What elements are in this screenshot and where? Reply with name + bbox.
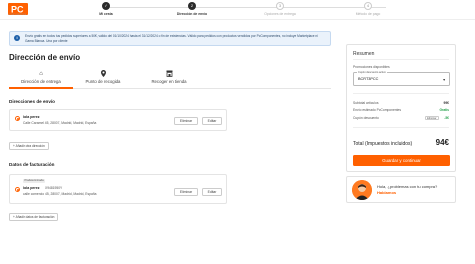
help-widget[interactable]: Hola, ¿problemas con tu compra? Hablamos (346, 176, 456, 203)
delivery-method-tabs: ⌂ Dirección de entrega Punto de recogida… (9, 70, 331, 89)
shipping-section-title: Direcciones de envío (9, 99, 55, 104)
step-label: Opciones de entrega (264, 12, 296, 16)
help-message: Hola, ¿problemas con tu compra? (377, 184, 438, 189)
step-label: Método de pago (355, 12, 381, 16)
billing-id: X9481950Y (45, 186, 63, 190)
step-delivery-options: 3 Opciones de entrega (240, 2, 320, 16)
billing-line: calle comercio 45, 28007, Madrid, Madrid… (23, 192, 97, 196)
shipping-address-card[interactable]: lola perez Calle Caramel 45, 28007, Madr… (9, 109, 227, 131)
check-icon: ✓ (102, 2, 110, 10)
divider (353, 93, 449, 94)
coupon-select-label: Cupón descuento activo (357, 70, 387, 74)
delete-billing-button[interactable]: Eliminar (174, 188, 198, 196)
tab-label: Punto de recogida (85, 79, 121, 84)
tab-pickup-point[interactable]: Punto de recogida (71, 70, 135, 89)
edit-billing-button[interactable]: Editar (202, 188, 222, 196)
shipping-cost-label: Envío estimado PcComponentes (353, 108, 402, 112)
header: PC COMPONENTES ✓ Mi cesta 2 Dirección de… (0, 0, 475, 20)
help-text: Hola, ¿problemas con tu compra? Hablamos (377, 184, 452, 195)
coupon-discount-value: -5€ (444, 116, 449, 120)
tab-store-pickup[interactable]: Recoger en tienda (137, 70, 201, 89)
checkout-steps: ✓ Mi cesta 2 Dirección de envío 3 Opcion… (96, 2, 386, 20)
edit-address-button[interactable]: Editar (202, 117, 222, 125)
step-shipping: 2 Dirección de envío (152, 2, 232, 16)
step-number: 4 (364, 2, 372, 10)
address-radio[interactable] (15, 116, 20, 121)
banner-text: Envío gratis en todos tus pedidos superi… (25, 34, 318, 43)
tab-home-delivery[interactable]: ⌂ Dirección de entrega (9, 70, 73, 89)
total-label: Total (Impuestos incluidos) (353, 141, 413, 147)
subtotal-value: 99€ (443, 101, 449, 105)
coupon-select[interactable]: Cupón descuento activo BCRT3PCC ▾ (353, 70, 450, 86)
order-summary: Resumen Promociones disponibles Cupón de… (346, 44, 456, 172)
coupon-discount-label: Cupón descuento (353, 116, 379, 120)
logo-text: PC (11, 5, 24, 15)
coupon-select-value: BCRT3PCC (358, 77, 379, 81)
add-billing-button[interactable]: + Añadir datos de facturación (9, 213, 59, 221)
free-shipping-banner: i Envío gratis en todos tus pedidos supe… (9, 31, 331, 46)
store-icon (137, 70, 201, 78)
location-pin-icon (71, 70, 135, 78)
total-value: 94€ (435, 138, 449, 147)
step-label: Mi cesta (99, 12, 113, 16)
chat-link[interactable]: Hablamos (377, 190, 396, 195)
shipping-cost-value: Gratis (439, 108, 449, 112)
info-icon: i (14, 35, 20, 41)
step-cart[interactable]: ✓ Mi cesta (66, 2, 146, 16)
billing-name: lola perez (23, 186, 40, 190)
billing-radio[interactable] (15, 187, 20, 192)
summary-title: Resumen (353, 51, 375, 57)
subtotal-label: Subtotal artículos (353, 101, 379, 105)
home-icon: ⌂ (39, 71, 43, 77)
step-payment: 4 Método de pago (328, 2, 408, 16)
divider (353, 59, 449, 60)
address-line: Calle Caramel 45, 28007, Madrid, Madrid,… (23, 121, 97, 125)
billing-address-card[interactable]: Predeterminada lola perez X9481950Y call… (9, 174, 227, 204)
page-title: Dirección de envío (9, 53, 81, 62)
billing-section-title: Datos de facturación (9, 162, 55, 167)
tab-label: Dirección de entrega (21, 79, 61, 84)
default-badge: Predeterminada (23, 179, 46, 183)
logo-subtitle: COMPONENTES (8, 14, 27, 16)
delete-address-button[interactable]: Eliminar (174, 117, 198, 125)
address-name: lola perez (23, 115, 40, 119)
checkout-page: PC COMPONENTES ✓ Mi cesta 2 Dirección de… (0, 0, 475, 264)
tab-label: Recoger en tienda (151, 79, 187, 84)
support-avatar (352, 180, 372, 200)
step-number: 2 (188, 2, 196, 10)
step-number: 3 (276, 2, 284, 10)
add-address-button[interactable]: + Añadir otra dirección (9, 142, 49, 150)
remove-coupon-button[interactable]: Eliminar (424, 115, 439, 120)
divider (353, 127, 449, 128)
caret-down-icon: ▾ (443, 78, 445, 82)
promo-label: Promociones disponibles (353, 65, 390, 69)
save-continue-button[interactable]: Guardar y continuar (353, 155, 450, 166)
step-label: Dirección de envío (176, 12, 208, 16)
